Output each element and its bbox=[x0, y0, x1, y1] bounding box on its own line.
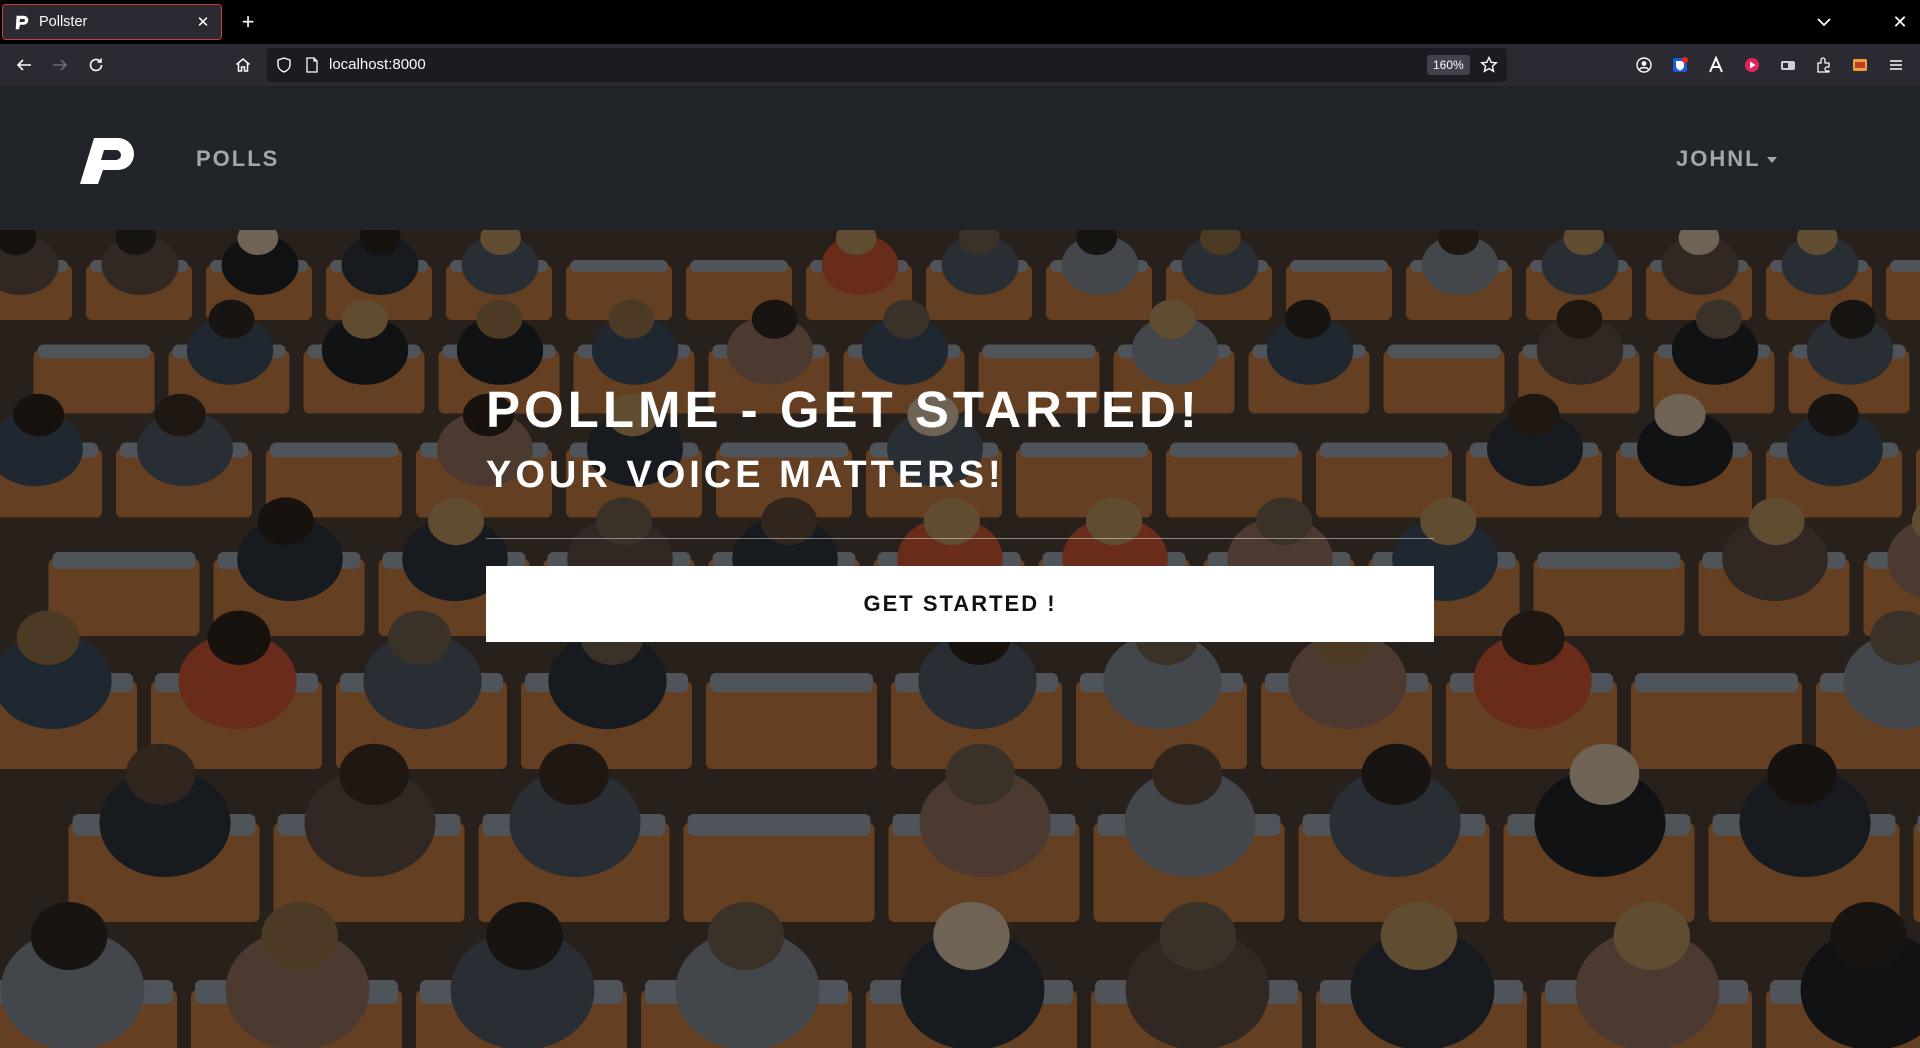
user-dropdown-toggle[interactable]: JOHNL bbox=[1676, 146, 1777, 172]
close-window-icon[interactable]: ✕ bbox=[1888, 10, 1912, 34]
wallet-icon[interactable] bbox=[1848, 53, 1872, 77]
nav-link-polls[interactable]: POLLS bbox=[196, 146, 279, 172]
pollster-logo-icon[interactable] bbox=[78, 136, 136, 186]
tab-title: Pollster bbox=[39, 14, 88, 30]
shield-icon[interactable] bbox=[275, 56, 293, 74]
url-bar[interactable]: localhost:8000 160% bbox=[267, 48, 1507, 82]
site-navbar: POLLS JOHNL bbox=[0, 86, 1920, 230]
menu-icon[interactable] bbox=[1884, 53, 1908, 77]
zoom-level-badge[interactable]: 160% bbox=[1427, 55, 1470, 75]
forward-icon[interactable] bbox=[48, 53, 72, 77]
hero-title: POLLME - GET STARTED! bbox=[486, 381, 1201, 438]
chevron-down-icon[interactable] bbox=[1812, 10, 1836, 34]
url-text[interactable]: localhost:8000 bbox=[329, 56, 426, 74]
get-started-button[interactable]: GET STARTED ! bbox=[486, 566, 1434, 642]
bitwarden-icon[interactable] bbox=[1668, 53, 1692, 77]
caret-down-icon bbox=[1766, 157, 1777, 163]
extensions-icon[interactable] bbox=[1812, 53, 1836, 77]
record-icon[interactable] bbox=[1740, 53, 1764, 77]
close-tab-icon[interactable]: ✕ bbox=[195, 13, 211, 31]
font-icon[interactable] bbox=[1704, 53, 1728, 77]
page-icon bbox=[306, 57, 318, 73]
hero-subtitle: YOUR VOICE MATTERS! bbox=[486, 454, 1005, 496]
browser-tab-strip: Pollster ✕ + ✕ bbox=[0, 0, 1920, 44]
browser-toolbar: localhost:8000 160% bbox=[0, 44, 1920, 86]
account-icon[interactable] bbox=[1632, 53, 1656, 77]
back-icon[interactable] bbox=[12, 53, 36, 77]
hero-section: POLLME - GET STARTED! YOUR VOICE MATTERS… bbox=[0, 230, 1920, 1048]
tab-icon[interactable] bbox=[1776, 53, 1800, 77]
pollster-favicon-icon bbox=[15, 15, 29, 30]
reload-icon[interactable] bbox=[84, 53, 108, 77]
page-viewport: POLLS JOHNL POLLME - GET STARTED! YOUR V… bbox=[0, 86, 1920, 1048]
user-name: JOHNL bbox=[1676, 146, 1761, 171]
browser-tab-pollster[interactable]: Pollster ✕ bbox=[2, 4, 222, 40]
home-icon[interactable] bbox=[231, 53, 255, 77]
star-icon[interactable] bbox=[1479, 55, 1499, 75]
divider bbox=[486, 538, 1434, 539]
new-tab-icon[interactable]: + bbox=[234, 8, 262, 36]
